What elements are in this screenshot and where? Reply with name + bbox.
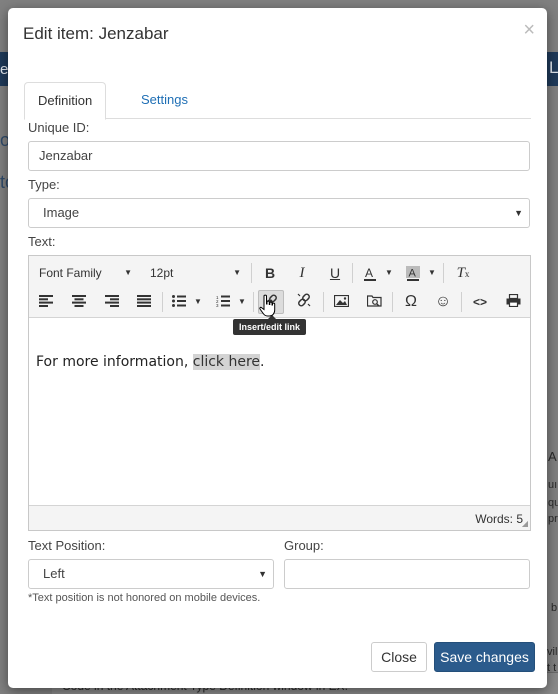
align-center-icon[interactable]: [66, 290, 92, 314]
text-position-selected: Left: [43, 566, 65, 581]
align-right-icon[interactable]: [99, 290, 125, 314]
font-size-dropdown[interactable]: 12pt ▼: [141, 262, 243, 284]
align-left-icon[interactable]: [33, 290, 59, 314]
background-color-icon[interactable]: A: [400, 261, 426, 285]
hand-cursor-icon: [259, 294, 276, 317]
toolbar-separator: [253, 292, 254, 312]
text-color-icon[interactable]: A: [357, 261, 383, 285]
background-text: qu: [548, 497, 558, 509]
editor-statusbar: Words: 5 ◢: [29, 505, 530, 530]
dropdown-arrow-icon: ▼: [258, 569, 267, 579]
background-text: vill: [547, 646, 558, 658]
toolbar-separator: [352, 263, 353, 283]
text-label: Text:: [28, 234, 56, 249]
media-browse-icon[interactable]: [361, 290, 387, 314]
insert-image-icon[interactable]: [328, 290, 354, 314]
background-text: pr: [548, 513, 558, 525]
rich-text-editor: Font Family ▼ 12pt ▼ B I U A ▼ A ▼ Tx ▼ …: [28, 255, 531, 531]
dialog-header: Edit item: Jenzabar ×: [8, 8, 547, 60]
source-code-icon[interactable]: <>: [467, 290, 493, 314]
caret-down-icon[interactable]: ▼: [427, 261, 437, 285]
font-family-dropdown[interactable]: Font Family ▼: [30, 262, 134, 284]
font-family-label: Font Family: [39, 266, 102, 280]
svg-text:A: A: [409, 268, 417, 280]
background-text: b: [551, 602, 558, 614]
group-input[interactable]: [284, 559, 530, 589]
tab-definition[interactable]: Definition: [24, 82, 107, 120]
caret-down-icon[interactable]: ▼: [237, 290, 247, 314]
toolbar-row-2: ▼ 123 ▼ Ω ☺ <>: [29, 288, 530, 316]
background-text: A: [548, 449, 557, 464]
clear-formatting-icon[interactable]: Tx: [450, 261, 476, 285]
resize-handle-icon[interactable]: ◢: [522, 519, 528, 528]
toolbar-separator: [162, 292, 163, 312]
background-text: L: [549, 58, 558, 77]
editor-text: For more information,: [36, 354, 193, 370]
print-icon[interactable]: [500, 290, 526, 314]
editor-toolbar: Font Family ▼ 12pt ▼ B I U A ▼ A ▼ Tx ▼ …: [29, 256, 530, 318]
close-button[interactable]: Close: [371, 642, 427, 672]
toolbar-separator: [461, 292, 462, 312]
toolbar-separator: [443, 263, 444, 283]
text-position-select[interactable]: Left ▼: [28, 559, 274, 589]
unique-id-label: Unique ID:: [28, 120, 90, 135]
toolbar-separator: [251, 263, 252, 283]
bold-icon[interactable]: B: [257, 261, 283, 285]
unique-id-input[interactable]: Jenzabar: [28, 141, 530, 171]
svg-text:3: 3: [216, 303, 219, 307]
editor-content[interactable]: For more information, click here.: [29, 318, 530, 506]
bullet-list-icon[interactable]: [166, 290, 192, 314]
toolbar-row-1: Font Family ▼ 12pt ▼ B I U A ▼ A ▼ Tx: [29, 259, 530, 287]
dialog-title: Edit item: Jenzabar: [23, 24, 169, 43]
caret-down-icon: ▼: [124, 268, 132, 277]
tab-bar: Definition Settings: [24, 82, 531, 120]
editor-text-end: .: [260, 354, 265, 370]
caret-down-icon: ▼: [233, 268, 241, 277]
save-changes-button[interactable]: Save changes: [434, 642, 535, 672]
tab-settings[interactable]: Settings: [128, 82, 201, 119]
tooltip: Insert/edit link: [233, 315, 307, 335]
text-position-note: *Text position is not honored on mobile …: [28, 592, 261, 604]
type-selected-value: Image: [43, 205, 80, 220]
special-character-icon[interactable]: Ω: [398, 290, 424, 314]
text-position-label: Text Position:: [28, 538, 106, 553]
remove-link-icon[interactable]: [291, 290, 317, 314]
type-label: Type:: [28, 177, 60, 192]
toolbar-separator: [392, 292, 393, 312]
svg-text:A: A: [365, 266, 373, 280]
group-label: Group:: [284, 538, 324, 553]
background-text: uı: [548, 479, 558, 491]
unique-id-value: Jenzabar: [39, 148, 93, 163]
caret-down-icon[interactable]: ▼: [384, 261, 394, 285]
dropdown-arrow-icon: ▼: [514, 208, 523, 218]
font-size-label: 12pt: [150, 266, 174, 280]
italic-icon[interactable]: I: [289, 261, 315, 285]
toolbar-separator: [323, 292, 324, 312]
underline-icon[interactable]: U: [322, 261, 348, 285]
type-select[interactable]: Image ▼: [28, 198, 530, 228]
numbered-list-icon[interactable]: 123: [210, 290, 236, 314]
editor-link[interactable]: click here: [192, 354, 261, 370]
close-icon[interactable]: ×: [523, 20, 535, 40]
edit-item-dialog: Edit item: Jenzabar × Definition Setting…: [8, 8, 547, 688]
justify-icon[interactable]: [131, 290, 157, 314]
caret-down-icon[interactable]: ▼: [193, 290, 203, 314]
emoticon-icon[interactable]: ☺: [430, 290, 456, 314]
word-count: Words: 5: [475, 512, 523, 526]
